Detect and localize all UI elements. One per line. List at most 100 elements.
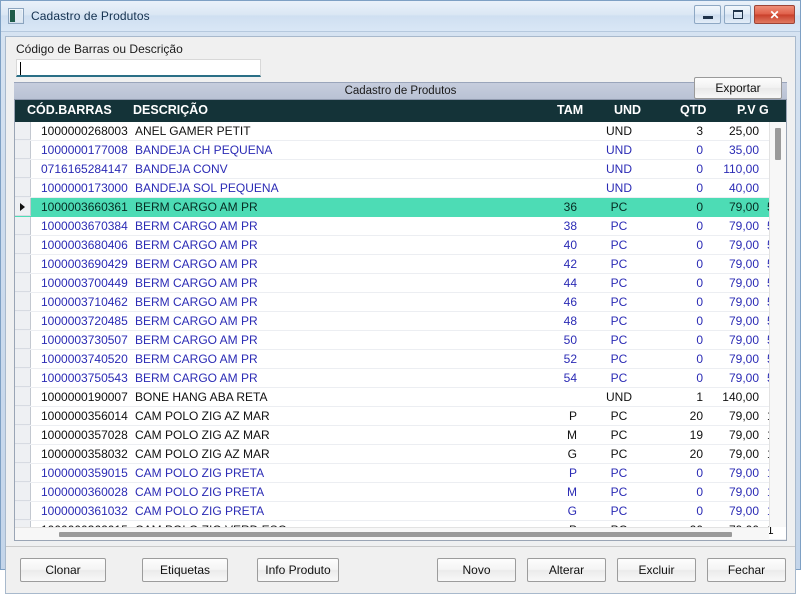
row-gutter[interactable] (15, 464, 31, 482)
table-row[interactable]: 1000003660361BERM CARGO AM PR36PC079,005 (15, 198, 786, 217)
cell-tam: 48 (563, 314, 577, 328)
row-gutter[interactable] (15, 426, 31, 444)
cell-qtd: 0 (696, 162, 703, 176)
column-header-descricao[interactable]: DESCRIÇÃO (133, 103, 208, 117)
column-header-und[interactable]: UND (614, 103, 641, 117)
row-gutter[interactable] (15, 217, 31, 235)
grid-horizontal-scrollbar[interactable] (15, 527, 769, 540)
cell-pv: 140,00 (722, 390, 759, 404)
table-row[interactable]: 1000003750543BERM CARGO AM PR54PC079,005 (15, 369, 786, 388)
table-row[interactable]: 1000000190007 BONE HANG ABA RETA UND 1 140,0… (15, 388, 786, 407)
table-row[interactable]: 1000000360028 CAM POLO ZIG PRETA M PC 0 79,00… (15, 483, 786, 502)
table-row[interactable]: 0716165284147 BANDEJA CONV UND 0 110,00 (15, 160, 786, 179)
cell-pv: 35,00 (728, 143, 759, 157)
row-gutter[interactable] (15, 122, 31, 140)
grid-vertical-scroll-thumb[interactable] (775, 128, 781, 160)
alterar-button[interactable]: Alterar (527, 558, 606, 582)
table-row[interactable]: 1000000173000 BANDEJA SOL PEQUENA UND 0 40,0… (15, 179, 786, 198)
cell-descricao: BERM CARGO AM PR (135, 219, 258, 233)
table-row[interactable]: 1000000361032 CAM POLO ZIG PRETA G PC 0 79,00… (15, 502, 786, 521)
cell-pv: 25,00 (728, 124, 759, 138)
client-area: Código de Barras ou Descrição Exportar C… (5, 36, 796, 594)
cell-und: UND (606, 162, 632, 176)
window-controls: ✕ (694, 5, 795, 24)
cell-descricao: CAM POLO ZIG PRETA (135, 466, 265, 480)
cell-pv: 79,00 (728, 371, 759, 385)
column-header-cod-barras[interactable]: CÓD.BARRAS (27, 103, 112, 117)
grid-horizontal-scroll-thumb[interactable] (59, 532, 732, 537)
table-row[interactable]: 1000003670384BERM CARGO AM PR38PC079,005 (15, 217, 786, 236)
column-header-pv[interactable]: P.V G (737, 103, 769, 117)
row-gutter[interactable] (15, 369, 31, 387)
cell-cod-barras: 1000000360028 (41, 485, 128, 499)
cell-descricao: BERM CARGO AM PR (135, 295, 258, 309)
table-row[interactable]: 1000000268003 ANEL GAMER PETIT UND 3 25,00 (15, 122, 786, 141)
window-titlebar: Cadastro de Produtos ✕ (1, 1, 800, 32)
cell-qtd: 20 (689, 447, 703, 461)
table-row[interactable]: 1000003700449BERM CARGO AM PR44PC079,005 (15, 274, 786, 293)
cell-cod-barras: 1000003710462 (41, 295, 128, 309)
table-row[interactable]: 1000003710462BERM CARGO AM PR46PC079,005 (15, 293, 786, 312)
cell-qtd: 3 (696, 124, 703, 138)
cell-und: UND (606, 124, 632, 138)
row-gutter[interactable] (15, 160, 31, 178)
search-input[interactable] (16, 59, 261, 77)
search-panel: Código de Barras ou Descrição Exportar (6, 37, 795, 99)
row-gutter[interactable] (15, 483, 31, 501)
table-row[interactable]: 1000000356014 CAM POLO ZIG AZ MAR P PC 20 79,… (15, 407, 786, 426)
cell-cod-barras: 1000003730507 (41, 333, 128, 347)
table-row[interactable]: 1000003690429BERM CARGO AM PR42PC079,005 (15, 255, 786, 274)
close-button[interactable]: ✕ (754, 5, 795, 24)
table-row[interactable]: 1000003680406BERM CARGO AM PR40PC079,005 (15, 236, 786, 255)
row-gutter[interactable] (15, 198, 31, 216)
novo-button[interactable]: Novo (437, 558, 516, 582)
row-gutter[interactable] (15, 502, 31, 520)
cell-und: PC (610, 333, 628, 347)
cell-pv: 79,00 (728, 428, 759, 442)
table-row[interactable]: 1000000357028 CAM POLO ZIG AZ MAR M PC 19 79,… (15, 426, 786, 445)
row-gutter[interactable] (15, 312, 31, 330)
fechar-button[interactable]: Fechar (707, 558, 786, 582)
current-row-marker-icon (20, 203, 25, 211)
table-row[interactable]: 1000000358032 CAM POLO ZIG AZ MAR G PC 20 79,… (15, 445, 786, 464)
excluir-button[interactable]: Excluir (617, 558, 696, 582)
cell-und: UND (606, 143, 632, 157)
row-gutter[interactable] (15, 179, 31, 197)
column-header-tam[interactable]: TAM (557, 103, 583, 117)
row-gutter[interactable] (15, 255, 31, 273)
row-gutter[interactable] (15, 350, 31, 368)
row-gutter[interactable] (15, 331, 31, 349)
table-row[interactable]: 1000000359015 CAM POLO ZIG PRETA P PC 0 79,00… (15, 464, 786, 483)
table-row[interactable]: 1000003740520BERM CARGO AM PR52PC079,005 (15, 350, 786, 369)
table-row[interactable]: 1000000177008 BANDEJA CH PEQUENA UND 0 35,00 (15, 141, 786, 160)
info-produto-button[interactable]: Info Produto (257, 558, 339, 582)
grid-header-row: CÓD.BARRAS DESCRIÇÃO TAM UND QTD P.V G (15, 100, 786, 122)
maximize-button[interactable] (724, 5, 751, 24)
cell-pv: 79,00 (728, 504, 759, 518)
application-icon (8, 8, 24, 24)
row-gutter[interactable] (15, 141, 31, 159)
cell-descricao: CAM POLO ZIG PRETA (135, 504, 265, 518)
export-button[interactable]: Exportar (694, 77, 782, 99)
grid-vertical-scrollbar[interactable] (769, 122, 786, 527)
row-gutter[interactable] (15, 445, 31, 463)
row-gutter[interactable] (15, 293, 31, 311)
etiquetas-button[interactable]: Etiquetas (142, 558, 228, 582)
cell-und: PC (610, 447, 628, 461)
cell-descricao: BERM CARGO AM PR (135, 238, 258, 252)
cell-cod-barras: 1000003740520 (41, 352, 128, 366)
cell-cod-barras: 1000003700449 (41, 276, 128, 290)
cell-qtd: 0 (696, 466, 703, 480)
table-row[interactable]: 1000003720485BERM CARGO AM PR48PC079,005 (15, 312, 786, 331)
row-gutter[interactable] (15, 236, 31, 254)
table-row[interactable]: 1000003730507BERM CARGO AM PR50PC079,005 (15, 331, 786, 350)
cell-descricao: BONE HANG ABA RETA (135, 390, 268, 404)
cell-und: PC (610, 409, 628, 423)
clonar-button[interactable]: Clonar (20, 558, 106, 582)
row-gutter[interactable] (15, 388, 31, 406)
column-header-qtd[interactable]: QTD (680, 103, 706, 117)
row-gutter[interactable] (15, 274, 31, 292)
cell-pv: 79,00 (728, 447, 759, 461)
row-gutter[interactable] (15, 407, 31, 425)
minimize-button[interactable] (694, 5, 721, 24)
